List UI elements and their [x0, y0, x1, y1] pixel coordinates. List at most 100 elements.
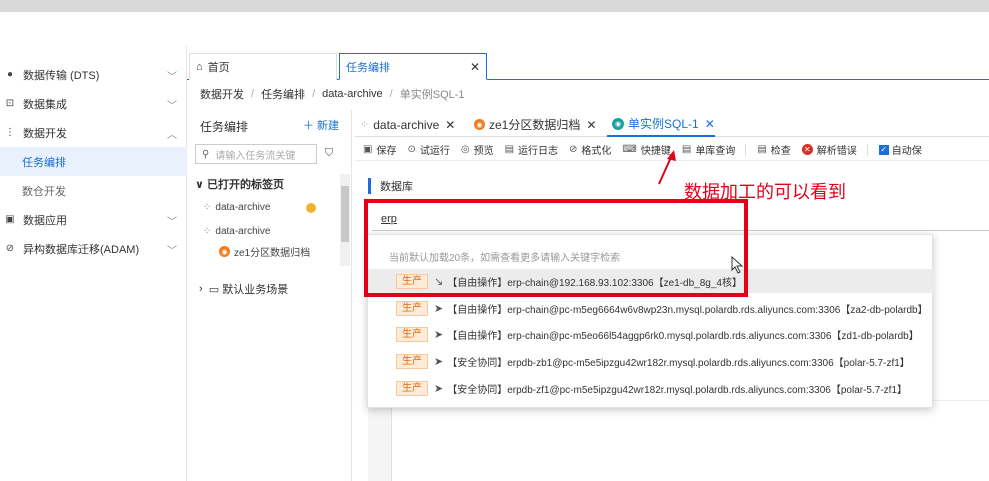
nav-item-label: 数据开发 [23, 127, 67, 140]
editor-tab-label: 单实例SQL-1 [628, 117, 699, 131]
tree-scrollbar[interactable] [340, 174, 350, 266]
option-label: 【自由操作】erp-chain@pc-m5eo66l54aggp6rk0.mys… [447, 330, 919, 342]
chevron-down-icon: ﹀ [167, 217, 177, 228]
autosave-checkbox[interactable]: ✓ 自动保 [878, 142, 922, 157]
preview-button[interactable]: ◎ 预览 [461, 142, 494, 157]
app-header [0, 12, 989, 46]
close-icon[interactable]: ✕ [586, 118, 596, 132]
home-icon: ⌂ [196, 61, 203, 73]
toolbar-label: 预览 [473, 146, 494, 157]
breadcrumb-current: 单实例SQL-1 [399, 89, 465, 101]
annotation-text: 数据加工的可以看到 [684, 182, 846, 203]
breadcrumb-item[interactable]: data-archive [322, 88, 383, 100]
close-icon[interactable]: ✕ [705, 117, 715, 131]
status-dot [306, 202, 317, 213]
nav-item-adam[interactable]: ⊘ 异构数据库迁移(ADAM) ﹀ [0, 234, 187, 263]
dropdown-option[interactable]: 生产 ➤ 【安全协同】erpdb-zf1@pc-m5e5ipzgu42wr182… [368, 376, 934, 400]
nav-item-warehouse-dev[interactable]: 数仓开发 [0, 176, 187, 205]
save-button[interactable]: ▣ 保存 [363, 142, 396, 157]
single-db-query-button[interactable]: ▤ 单库查询 [682, 142, 735, 157]
sql-node-icon: ◉ [612, 117, 624, 130]
polardb-icon: ➤ [434, 355, 444, 368]
breadcrumb: 数据开发 / 任务编排 / data-archive / 单实例SQL-1 [200, 86, 465, 102]
trial-run-button[interactable]: ⊙ 试运行 [407, 142, 449, 157]
format-icon: ⊘ [569, 144, 578, 155]
chevron-down-icon: ﹀ [167, 101, 177, 112]
editor-tab-label: ze1分区数据归档 [489, 118, 581, 132]
search-icon: ⚲ [202, 148, 210, 160]
nav-item-label: 数据传输 (DTS) [23, 69, 100, 82]
nav-item-dts[interactable]: ● 数据传输 (DTS) ﹀ [0, 60, 187, 89]
polardb-icon: ➤ [434, 302, 444, 315]
editor-tab-strip: ⁘ data-archive ✕ ◉ ze1分区数据归档 ✕ ◉ 单实例SQL-… [355, 110, 989, 137]
tab-task-orchestration[interactable]: 任务编排 ✕ [339, 53, 487, 80]
nav-item-data-app[interactable]: ▣ 数据应用 ﹀ [0, 205, 187, 234]
tree-item-label: 默认业务场景 [222, 284, 289, 296]
dropdown-option[interactable]: 生产 ➤ 【安全协同】erpdb-zb1@pc-m5e5ipzgu42wr182… [368, 349, 934, 373]
error-icon: ✕ [801, 144, 813, 155]
check-button[interactable]: ▤ 检查 [757, 142, 790, 157]
migrate-icon: ⊘ [5, 243, 15, 254]
folder-icon: ▭ [208, 283, 223, 296]
tab-home[interactable]: ⌂ 首页 [189, 53, 337, 80]
eye-icon: ◎ [460, 144, 470, 155]
polardb-icon: ➤ [434, 382, 444, 395]
opened-tabs-group[interactable]: ∨ 已打开的标签页 [195, 176, 284, 192]
annotation-highlight-box [364, 199, 748, 297]
log-icon: ▤ [504, 144, 515, 155]
check-doc-icon: ▤ [757, 144, 767, 155]
tab-label: 任务编排 [346, 61, 390, 74]
dropdown-option[interactable]: 生产 ➤ 【自由操作】erp-chain@pc-m5eo66l54aggp6rk… [368, 322, 934, 346]
toolbar-label: 保存 [376, 146, 397, 157]
close-icon[interactable]: ✕ [470, 60, 480, 74]
tree-item-data-archive-expanded[interactable]: ⁘ data-archive [203, 226, 270, 237]
nav-item-label: 任务编排 [22, 156, 66, 169]
query-icon: ▤ [681, 144, 692, 155]
env-badge: 生产 [396, 353, 428, 369]
chevron-up-icon: ︿ [167, 130, 177, 141]
option-label: 【安全协同】erpdb-zf1@pc-m5e5ipzgu42wr182r.mys… [447, 384, 908, 396]
run-log-button[interactable]: ▤ 运行日志 [505, 142, 558, 157]
nav-item-label: 数据集成 [23, 98, 67, 111]
tree-item-default-scene[interactable]: › ▭ 默认业务场景 [199, 281, 288, 297]
editor-tab-label: data-archive [373, 117, 440, 132]
breadcrumb-item[interactable]: 任务编排 [261, 86, 305, 102]
close-icon[interactable]: ✕ [445, 118, 455, 132]
toolbar-label: 自动保 [891, 146, 922, 157]
app-icon: ▣ [5, 214, 15, 225]
plus-icon: ＋ [302, 120, 317, 132]
search-placeholder: 请输入任务流关键 [215, 150, 296, 162]
dropdown-option[interactable]: 生产 ➤ 【自由操作】erp-chain@pc-m5eg6664w6v8wp23… [368, 296, 934, 320]
breadcrumb-separator: / [389, 88, 393, 100]
globe-icon: ● [6, 69, 14, 80]
mouse-cursor-icon [731, 256, 744, 274]
toolbar-label: 运行日志 [518, 146, 559, 157]
sql-editor[interactable] [392, 400, 989, 481]
editor-tab-ze1-archive[interactable]: ◉ ze1分区数据归档 ✕ [469, 112, 596, 137]
keyboard-icon: ⌨ [622, 144, 637, 155]
nav-item-label: 数仓开发 [22, 185, 66, 198]
toolbar-label: 格式化 [581, 146, 612, 157]
parse-error-button[interactable]: ✕ 解析错误 [801, 142, 857, 157]
nav-item-integration[interactable]: ⊡ 数据集成 ﹀ [0, 89, 187, 118]
nav-item-task-orchestration[interactable]: 任务编排 [0, 147, 187, 176]
chevron-down-icon: ﹀ [167, 246, 177, 257]
scrollbar-thumb[interactable] [341, 186, 349, 242]
editor-tab-data-archive[interactable]: ⁘ data-archive ✕ [355, 112, 455, 137]
filter-icon[interactable]: ⛉ [325, 147, 333, 160]
tree-item-data-archive[interactable]: ⁘ data-archive [203, 202, 317, 213]
tree-item-label: ze1分区数据归档 [234, 248, 311, 259]
tree-item-ze1-archive[interactable]: ◉ ze1分区数据归档 [219, 244, 310, 259]
left-navigation: ● 数据传输 (DTS) ﹀ ⊡ 数据集成 ﹀ ⋮ 数据开发 ︿ 任务编排 数仓… [0, 46, 187, 481]
editor-tab-sql-1[interactable]: ◉ 单实例SQL-1 ✕ [607, 112, 715, 137]
option-label: 【自由操作】erp-chain@pc-m5eg6664w6v8wp23n.mys… [447, 304, 928, 316]
format-button[interactable]: ⊘ 格式化 [569, 142, 611, 157]
editor-gutter [368, 400, 392, 481]
flow-icon: ⁘ [360, 119, 370, 131]
checkbox-checked-icon: ✓ [878, 144, 889, 155]
nav-item-dev[interactable]: ⋮ 数据开发 ︿ [0, 118, 187, 147]
breadcrumb-item[interactable]: 数据开发 [200, 86, 244, 102]
new-button[interactable]: ＋ 新建 [303, 117, 339, 133]
panel-title: 任务编排 [200, 120, 249, 134]
task-search-input[interactable]: ⚲ 请输入任务流关键 [195, 144, 317, 164]
